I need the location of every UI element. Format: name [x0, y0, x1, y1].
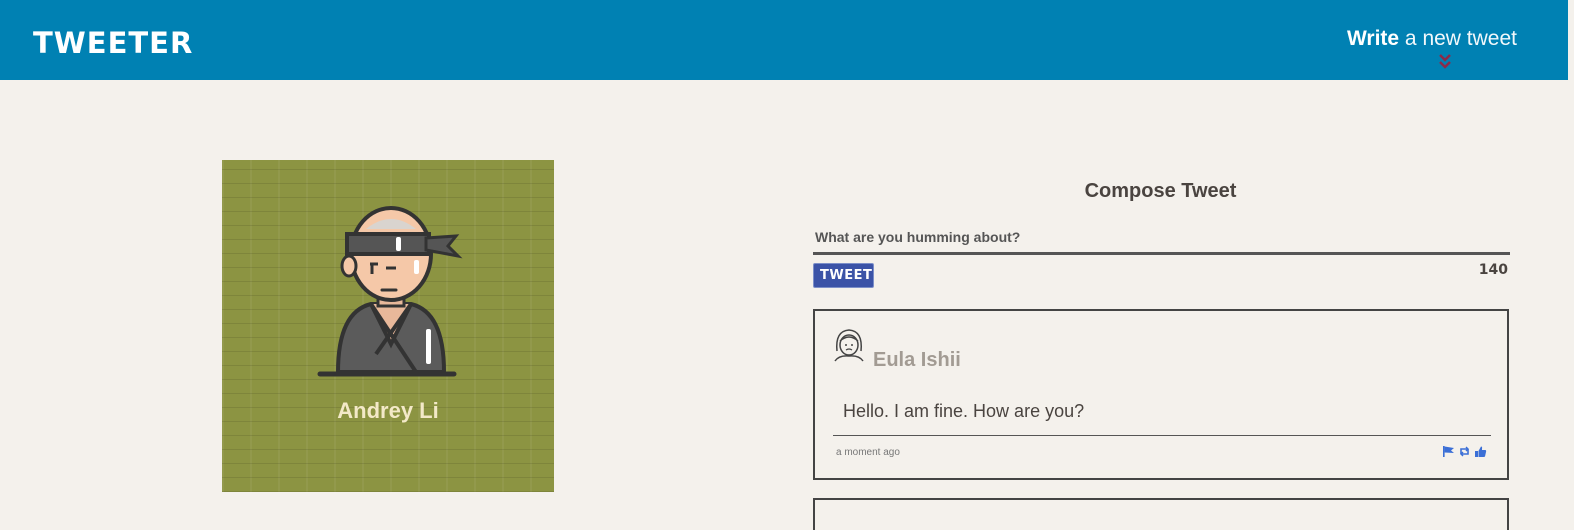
user-avatar-icon	[834, 329, 864, 362]
brand-logo[interactable]: TWEETER	[33, 26, 193, 60]
tweet-content: Hello. I am fine. How are you?	[843, 401, 1085, 421]
tweet-button[interactable]: TWEET	[813, 263, 874, 288]
like-icon[interactable]	[1474, 445, 1487, 458]
tweet-divider	[833, 435, 1491, 436]
write-new-tweet-link[interactable]: Write a new tweet	[1347, 27, 1517, 51]
tweet-author: Eula Ishii	[873, 349, 961, 371]
write-link-strong: Write	[1346, 27, 1400, 50]
retweet-icon[interactable]	[1458, 445, 1471, 458]
char-counter: 140	[1478, 262, 1508, 278]
tweet-card: Eula Ishii Hello. I am fine. How are you…	[813, 309, 1509, 480]
double-chevron-down-icon[interactable]	[1438, 52, 1452, 72]
ninja-avatar-icon	[317, 206, 463, 377]
compose-title: Compose Tweet	[1084, 180, 1237, 202]
top-nav-bar: TWEETER Write a new tweet	[0, 0, 1568, 80]
profile-name: Andrey Li	[337, 398, 439, 423]
tweet-card-next	[813, 498, 1509, 530]
tweet-actions	[1442, 445, 1488, 459]
tweet-text-input[interactable]	[813, 222, 1510, 255]
tweet-timestamp: a moment ago	[836, 447, 900, 458]
write-link-rest: a new tweet	[1399, 27, 1517, 50]
flag-icon[interactable]	[1442, 445, 1455, 458]
profile-card: Andrey Li	[222, 160, 554, 492]
